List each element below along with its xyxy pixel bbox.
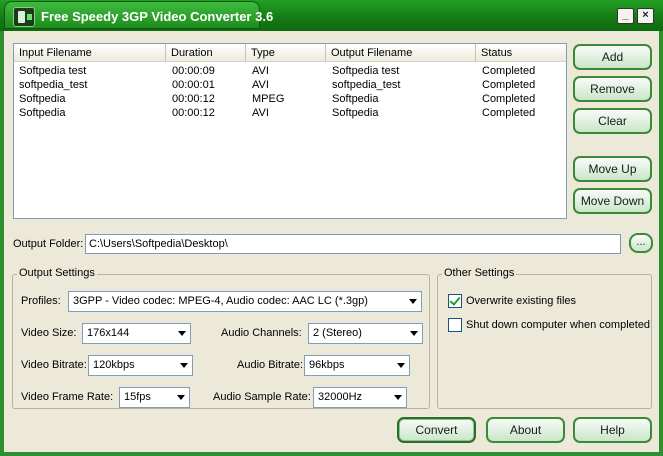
minimize-button[interactable]: _	[617, 8, 634, 24]
table-row[interactable]: softpedia_test 00:00:01 AVI softpedia_te…	[14, 78, 566, 92]
video-frame-rate-label: Video Frame Rate:	[21, 391, 114, 403]
chevron-down-icon[interactable]	[404, 292, 421, 311]
convert-button[interactable]: Convert	[397, 417, 476, 443]
cell-status: Completed	[482, 107, 536, 119]
move-down-button[interactable]: Move Down	[573, 188, 652, 214]
output-folder-field[interactable]: C:\Users\Softpedia\Desktop\	[85, 234, 621, 254]
cell-output-filename: softpedia_test	[332, 79, 401, 91]
cell-status: Completed	[482, 79, 536, 91]
profiles-value: 3GPP - Video codec: MPEG-4, Audio codec:…	[73, 295, 368, 307]
audio-channels-select[interactable]: 2 (Stereo)	[308, 323, 423, 344]
title-bar: Free Speedy 3GP Video Converter 3.6 _ ×	[0, 0, 663, 31]
cell-type: MPEG	[252, 93, 285, 105]
column-header-output-filename[interactable]: Output Filename	[326, 44, 476, 62]
output-settings-title: Output Settings	[17, 267, 97, 279]
video-size-value: 176x144	[87, 327, 130, 339]
audio-sample-rate-label: Audio Sample Rate:	[213, 391, 311, 403]
cell-input-filename: Softpedia	[19, 107, 66, 119]
cell-status: Completed	[482, 65, 536, 77]
video-bitrate-label: Video Bitrate:	[21, 359, 87, 371]
video-size-label: Video Size:	[21, 327, 77, 339]
column-header-input-filename[interactable]: Input Filename	[14, 44, 166, 62]
overwrite-checkbox[interactable]	[448, 294, 462, 308]
audio-channels-label: Audio Channels:	[221, 327, 302, 339]
output-folder-label: Output Folder:	[13, 238, 84, 250]
app-phone-icon	[13, 7, 35, 27]
other-settings-title: Other Settings	[442, 267, 517, 279]
cell-duration: 00:00:12	[172, 107, 215, 119]
cell-input-filename: Softpedia	[19, 93, 66, 105]
cell-output-filename: Softpedia	[332, 107, 379, 119]
audio-channels-value: 2 (Stereo)	[313, 327, 362, 339]
cell-status: Completed	[482, 93, 536, 105]
chevron-down-icon[interactable]	[173, 324, 190, 343]
window-title: Free Speedy 3GP Video Converter 3.6	[41, 9, 274, 24]
clear-button[interactable]: Clear	[573, 108, 652, 134]
chevron-down-icon[interactable]	[175, 356, 192, 375]
audio-bitrate-label: Audio Bitrate:	[237, 359, 304, 371]
cell-duration: 00:00:01	[172, 79, 215, 91]
title-tab: Free Speedy 3GP Video Converter 3.6	[4, 1, 273, 29]
overwrite-label: Overwrite existing files	[466, 295, 577, 307]
cell-type: AVI	[252, 79, 269, 91]
audio-sample-rate-select[interactable]: 32000Hz	[313, 387, 407, 408]
cell-input-filename: Softpedia test	[19, 65, 87, 77]
chevron-down-icon[interactable]	[172, 388, 189, 407]
cell-output-filename: Softpedia test	[332, 65, 400, 77]
main-panel: Input Filename Duration Type Output File…	[4, 31, 659, 452]
video-bitrate-select[interactable]: 120kbps	[88, 355, 193, 376]
cell-duration: 00:00:09	[172, 65, 215, 77]
cell-duration: 00:00:12	[172, 93, 215, 105]
audio-bitrate-select[interactable]: 96kbps	[304, 355, 410, 376]
remove-button[interactable]: Remove	[573, 76, 652, 102]
list-header: Input Filename Duration Type Output File…	[14, 44, 566, 62]
column-header-duration[interactable]: Duration	[166, 44, 246, 62]
table-row[interactable]: Softpedia 00:00:12 MPEG Softpedia Comple…	[14, 92, 566, 106]
video-size-select[interactable]: 176x144	[82, 323, 191, 344]
chevron-down-icon[interactable]	[405, 324, 422, 343]
chevron-down-icon[interactable]	[389, 388, 406, 407]
video-frame-rate-value: 15fps	[124, 391, 151, 403]
shutdown-checkbox[interactable]	[448, 318, 462, 332]
table-row[interactable]: Softpedia test 00:00:09 AVI Softpedia te…	[14, 64, 566, 78]
shutdown-label: Shut down computer when completed	[466, 319, 651, 331]
column-header-type[interactable]: Type	[246, 44, 326, 62]
table-row[interactable]: Softpedia 00:00:12 AVI Softpedia Complet…	[14, 106, 566, 120]
video-bitrate-value: 120kbps	[93, 359, 135, 371]
help-button[interactable]: Help	[573, 417, 652, 443]
profiles-label: Profiles:	[21, 295, 61, 307]
about-button[interactable]: About	[486, 417, 565, 443]
cell-input-filename: softpedia_test	[19, 79, 88, 91]
file-list[interactable]: Input Filename Duration Type Output File…	[13, 43, 567, 219]
cell-type: AVI	[252, 65, 269, 77]
chevron-down-icon[interactable]	[392, 356, 409, 375]
close-button[interactable]: ×	[637, 8, 654, 24]
audio-bitrate-value: 96kbps	[309, 359, 345, 371]
cell-output-filename: Softpedia	[332, 93, 379, 105]
audio-sample-rate-value: 32000Hz	[318, 391, 363, 403]
add-button[interactable]: Add	[573, 44, 652, 70]
move-up-button[interactable]: Move Up	[573, 156, 652, 182]
column-header-status[interactable]: Status	[476, 44, 566, 62]
browse-folder-button[interactable]: ...	[629, 233, 653, 253]
profiles-select[interactable]: 3GPP - Video codec: MPEG-4, Audio codec:…	[68, 291, 422, 312]
cell-type: AVI	[252, 107, 269, 119]
video-frame-rate-select[interactable]: 15fps	[119, 387, 190, 408]
